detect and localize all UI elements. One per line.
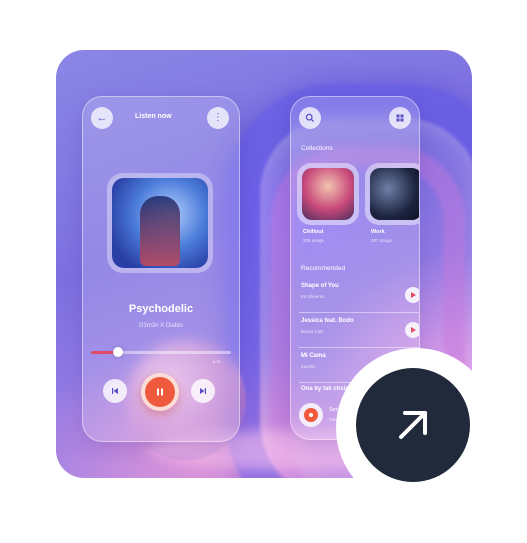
mini-player-button[interactable] [299, 403, 323, 427]
play-icon [411, 292, 416, 298]
collection-name: Work [371, 229, 385, 235]
grid-button[interactable] [389, 107, 411, 129]
progress-bar[interactable] [91, 347, 231, 357]
song-play-button[interactable] [405, 322, 419, 338]
collection-count: 235 songs [303, 238, 324, 243]
collection-count: 107 songs [371, 238, 392, 243]
skip-forward-icon [200, 388, 206, 394]
more-button[interactable]: ⋮ [207, 107, 229, 129]
collection-card-chillout[interactable] [297, 163, 359, 225]
divider [299, 347, 419, 348]
album-art-figure [140, 196, 180, 266]
song-artist: KarolG [301, 364, 316, 369]
grid-icon [396, 114, 404, 122]
divider [299, 312, 419, 313]
more-vertical-icon: ⋮ [213, 112, 223, 123]
back-button[interactable]: ← [91, 107, 113, 129]
track-artist: D3m3n X Diablo [139, 323, 183, 329]
album-art [107, 173, 213, 273]
arrow-up-right-icon [399, 411, 427, 439]
song-title: Mi Cama [301, 353, 326, 359]
play-icon [411, 327, 416, 333]
collection-thumb [302, 168, 354, 220]
song-play-button[interactable] [405, 287, 419, 303]
collection-card-work[interactable] [365, 163, 419, 225]
progress-knob[interactable] [112, 347, 123, 357]
collection-thumb [370, 168, 419, 220]
song-artist: Bonys LSD [301, 329, 324, 334]
collections-heading: Collections [301, 145, 333, 152]
search-icon [305, 113, 315, 123]
skip-back-icon [112, 388, 118, 394]
open-button[interactable] [356, 368, 470, 482]
collection-name: Chillout [303, 229, 324, 235]
pause-icon [157, 388, 163, 396]
track-title: Psychodelic [128, 303, 194, 315]
song-title: Shape of You [301, 283, 339, 289]
song-title: Jessica feat. Bodo [301, 318, 354, 324]
song-row[interactable]: Jessica feat. Bodo Bonys LSD [299, 318, 419, 348]
recommended-heading: Recommended [301, 265, 346, 272]
song-artist: Ed Sheeran [301, 294, 325, 299]
next-button[interactable] [191, 379, 215, 403]
album-art-image [112, 178, 208, 268]
previous-button[interactable] [103, 379, 127, 403]
time-total: 0:35 [213, 359, 221, 364]
arrow-left-icon: ← [96, 111, 108, 124]
song-row[interactable]: Shape of You Ed Sheeran [299, 283, 419, 313]
record-icon [304, 408, 318, 422]
now-playing-panel: ← Listen now ⋮ Psychodelic D3m3n X Diabl… [82, 96, 240, 442]
header-title: Listen now [135, 113, 172, 120]
pause-button[interactable] [141, 373, 179, 411]
search-button[interactable] [299, 107, 321, 129]
